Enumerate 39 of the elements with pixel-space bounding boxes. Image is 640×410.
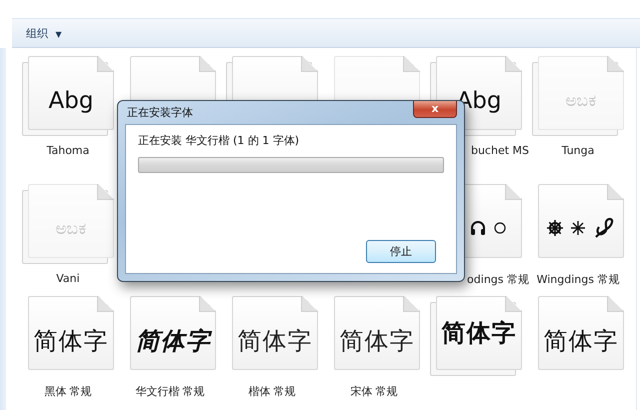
folded-corner bbox=[403, 296, 420, 312]
dialog-title: 正在安装字体 bbox=[127, 105, 193, 120]
font-name: Vani bbox=[56, 272, 80, 285]
font-name: Tahoma bbox=[46, 144, 90, 157]
font-tile[interactable]: 简体字 bbox=[538, 296, 624, 370]
font-tile[interactable] bbox=[538, 184, 624, 258]
wheel-icon bbox=[547, 220, 563, 236]
font-name: 华文行楷 常规 bbox=[135, 384, 205, 399]
font-tile[interactable]: 简体字 bbox=[334, 296, 420, 370]
font-name: odings 常规 bbox=[467, 272, 529, 287]
stop-button[interactable]: 停止 bbox=[366, 240, 436, 263]
font-sample: 简体字 bbox=[238, 326, 312, 357]
font-name: 黑体 常规 bbox=[44, 384, 92, 399]
circle-icon bbox=[494, 222, 506, 234]
font-name: 宋体 常规 bbox=[350, 384, 398, 399]
font-tile[interactable]: 简体字 bbox=[28, 296, 114, 370]
organize-menu[interactable]: 组织 ▼ bbox=[24, 24, 64, 42]
font-name: 楷体 常规 bbox=[248, 384, 296, 399]
font-tile[interactable]: 简体字 bbox=[436, 296, 522, 370]
folded-corner bbox=[199, 296, 216, 312]
font-sample: 简体字 bbox=[442, 318, 516, 349]
font-sample: Abg bbox=[48, 88, 94, 114]
snowflake-icon bbox=[571, 221, 585, 235]
close-button[interactable]: x bbox=[413, 101, 457, 118]
font-sample: 简体字 bbox=[544, 326, 618, 357]
headphones-icon bbox=[470, 220, 486, 236]
folded-corner bbox=[97, 184, 114, 200]
folded-corner bbox=[301, 296, 318, 312]
font-name: buchet MS bbox=[470, 144, 529, 157]
font-name: Tunga bbox=[562, 144, 594, 157]
font-sample: 简体字 bbox=[136, 325, 210, 357]
font-name: Wingdings 常规 bbox=[536, 272, 620, 287]
font-sample: 简体字 bbox=[34, 326, 108, 357]
font-tile[interactable]: 简体字 bbox=[130, 296, 216, 370]
font-tile[interactable]: 简体字 bbox=[232, 296, 318, 370]
progress-message: 正在安装 华文行楷 (1 的 1 字体) bbox=[138, 133, 300, 148]
font-sample: 简体字 bbox=[340, 326, 414, 357]
font-tile[interactable]: Abg bbox=[28, 56, 114, 130]
swirl-icon bbox=[593, 217, 615, 239]
